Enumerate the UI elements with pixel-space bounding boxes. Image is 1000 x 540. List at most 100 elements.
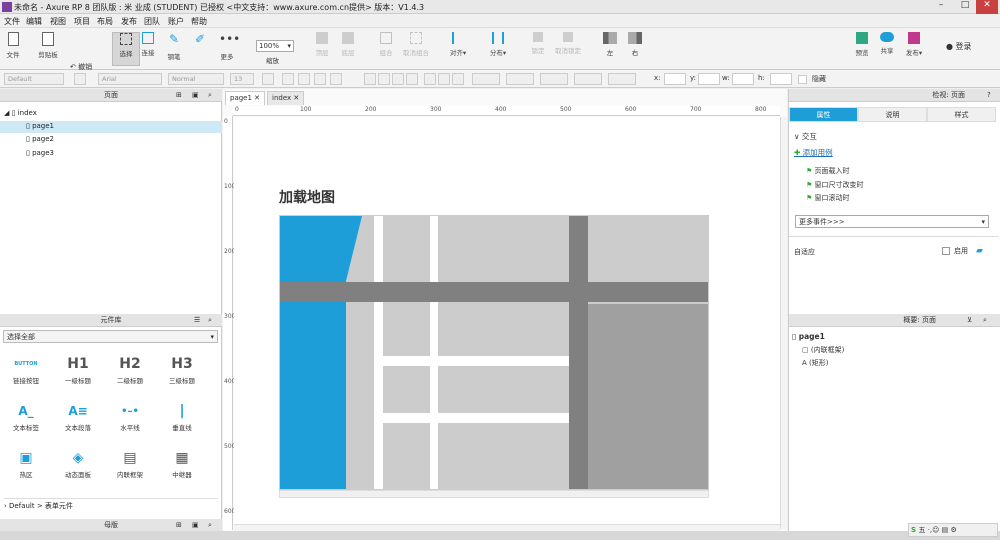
design-canvas[interactable]: 加载地图 xyxy=(234,117,780,529)
font-weight-select[interactable]: Normal xyxy=(168,73,224,85)
lib-inline-frame[interactable]: ▤ 内联框架 xyxy=(110,447,150,479)
italic-icon[interactable] xyxy=(298,73,310,85)
tab-index[interactable]: index ✕ xyxy=(267,91,305,105)
minimize-button[interactable]: – xyxy=(930,0,952,14)
adaptive-checkbox[interactable] xyxy=(942,247,950,255)
align-center-icon[interactable] xyxy=(378,73,390,85)
outline-page[interactable]: ▯ page1 xyxy=(792,332,825,341)
lib-hline[interactable]: •–• 水平线 xyxy=(110,400,150,433)
canvas-vscrollbar[interactable] xyxy=(780,117,787,529)
pen-tool-button[interactable]: ✐ xyxy=(190,32,210,66)
y-input[interactable] xyxy=(698,73,720,85)
align-right-icon[interactable] xyxy=(392,73,404,85)
tab-notes[interactable]: 说明 xyxy=(858,107,927,122)
search-icon[interactable]: ⌕ xyxy=(208,519,212,531)
fill-color-select[interactable] xyxy=(472,73,500,85)
ungroup-button[interactable]: 取消组合 xyxy=(400,32,432,66)
event-window-resize[interactable]: ⚑ 窗口尺寸改变时 xyxy=(806,180,864,190)
add-page-icon[interactable]: ⊞ xyxy=(176,89,182,101)
search-icon[interactable]: ⌕ xyxy=(983,314,987,326)
close-icon[interactable]: ✕ xyxy=(293,94,299,102)
pen-button[interactable]: ✎ 钢笔 xyxy=(164,32,184,66)
interaction-section[interactable]: ∨ 交互 xyxy=(794,131,817,142)
event-page-load[interactable]: ⚑ 页面载入时 xyxy=(806,166,850,176)
preview-button[interactable]: 预览 xyxy=(852,32,872,66)
close-button[interactable]: ✕ xyxy=(976,0,998,14)
lock-button[interactable]: 锁定 xyxy=(528,32,548,66)
hide-checkbox[interactable] xyxy=(798,75,807,84)
add-master-icon[interactable]: ⊞ xyxy=(176,519,182,531)
adaptive-settings-icon[interactable]: ▰ xyxy=(976,246,983,256)
menu-view[interactable]: 视图 xyxy=(50,16,66,27)
x-input[interactable] xyxy=(664,73,686,85)
tab-style[interactable]: 样式 xyxy=(927,107,996,122)
tab-properties[interactable]: 属性 xyxy=(789,107,858,122)
menu-project[interactable]: 项目 xyxy=(74,16,90,27)
tree-item-page1[interactable]: ▯ page1 xyxy=(0,121,222,133)
event-window-scroll[interactable]: ⚑ 窗口滚动时 xyxy=(806,193,850,203)
more-button[interactable]: ••• 更多 xyxy=(216,32,240,66)
right-button[interactable]: 右 xyxy=(625,32,645,66)
outline-item-iframe[interactable]: ▢ (内联框架) xyxy=(802,345,844,355)
align-left-icon[interactable] xyxy=(364,73,376,85)
file-button[interactable]: 文件 xyxy=(3,32,23,66)
menu-edit[interactable]: 编辑 xyxy=(26,16,42,27)
help-icon[interactable]: ? xyxy=(987,89,991,101)
lib-paragraph[interactable]: A≡ 文本段落 xyxy=(58,400,98,432)
login-button[interactable]: ● 登录 xyxy=(946,41,972,52)
tree-item-page2[interactable]: ▯ page2 xyxy=(26,135,54,143)
menu-file[interactable]: 文件 xyxy=(4,16,20,27)
close-icon[interactable]: ✕ xyxy=(254,94,260,102)
group-button[interactable]: 组合 xyxy=(376,32,396,66)
align-justify-icon[interactable] xyxy=(406,73,418,85)
search-icon[interactable]: ⌕ xyxy=(208,314,212,326)
border-style-select[interactable] xyxy=(608,73,636,85)
inline-frame-map[interactable] xyxy=(279,215,709,490)
menu-account[interactable]: 账户 xyxy=(168,16,184,27)
distribute-button[interactable]: 分布▾ xyxy=(486,32,510,66)
search-icon[interactable]: ⌕ xyxy=(208,89,212,101)
select-button[interactable]: 选择 xyxy=(112,32,140,66)
bold-icon[interactable] xyxy=(282,73,294,85)
lib-vline[interactable]: | 垂直线 xyxy=(162,400,202,432)
valign-top-icon[interactable] xyxy=(424,73,436,85)
frame-hscrollbar[interactable] xyxy=(279,490,709,498)
h-input[interactable] xyxy=(770,73,792,85)
lib-link-button[interactable]: BUTTON 链接按钮 xyxy=(6,353,46,385)
lib-repeater[interactable]: ▦ 中继器 xyxy=(162,447,202,479)
valign-middle-icon[interactable] xyxy=(438,73,450,85)
font-size-select[interactable]: 13 xyxy=(230,73,254,85)
align-button[interactable]: 对齐▾ xyxy=(446,32,470,66)
lib-dynamic-panel[interactable]: ◈ 动态面板 xyxy=(58,447,98,479)
outline-item-rect[interactable]: A (矩形) xyxy=(802,358,828,368)
style-select[interactable]: Default xyxy=(4,73,64,85)
border-width-select[interactable] xyxy=(574,73,602,85)
library-select[interactable]: 选择全部 ▾ xyxy=(3,330,218,343)
ime-toolbar[interactable]: S 五 ·,☺ ▤ ⚙ xyxy=(908,523,998,537)
menu-team[interactable]: 团队 xyxy=(144,16,160,27)
add-folder-icon[interactable]: ▣ xyxy=(192,89,199,101)
canvas-hscrollbar[interactable] xyxy=(234,524,780,531)
publish-button[interactable]: 发布▾ xyxy=(902,32,926,66)
maximize-button[interactable]: □ xyxy=(954,0,976,14)
bullet-icon[interactable] xyxy=(330,73,342,85)
menu-layout[interactable]: 布局 xyxy=(97,16,113,27)
more-events-select[interactable]: 更多事件>>> ▾ xyxy=(795,215,989,228)
lib-h2[interactable]: H2 二级标题 xyxy=(110,353,150,385)
bottom-button[interactable]: 底层 xyxy=(338,32,358,66)
shadow-select[interactable] xyxy=(506,73,534,85)
lib-hotspot[interactable]: ▣ 热区 xyxy=(6,447,46,479)
font-select[interactable]: Arial xyxy=(98,73,162,85)
top-button[interactable]: 顶层 xyxy=(312,32,332,66)
tree-root[interactable]: ◢ ▯ index xyxy=(4,109,37,117)
add-folder-icon[interactable]: ▣ xyxy=(192,519,199,531)
zoom-select[interactable]: 100% ▾ xyxy=(256,40,294,52)
style-edit-icon[interactable] xyxy=(74,73,86,85)
tree-item-page3[interactable]: ▯ page3 xyxy=(26,149,54,157)
w-input[interactable] xyxy=(732,73,754,85)
menu-icon[interactable]: ☰ xyxy=(194,314,200,326)
page-heading[interactable]: 加载地图 xyxy=(279,187,335,207)
library-group-forms[interactable]: › Default > 表单元件 xyxy=(4,498,218,511)
clipboard-button[interactable]: 剪贴板 xyxy=(34,32,62,66)
underline-icon[interactable] xyxy=(314,73,326,85)
